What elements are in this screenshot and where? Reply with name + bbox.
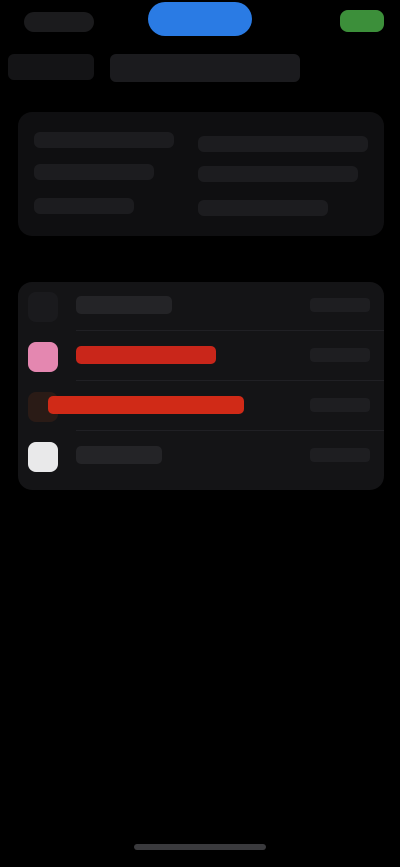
battery-icon (340, 10, 384, 32)
list-item-title (76, 446, 162, 464)
screen (0, 0, 400, 867)
list-item-title (76, 296, 172, 314)
navigation-bar (0, 48, 400, 88)
list-item[interactable] (18, 432, 384, 480)
info-line-1-right (198, 136, 368, 152)
dynamic-island[interactable] (148, 2, 252, 36)
list-item-title (76, 346, 216, 364)
status-bar (0, 0, 400, 44)
info-line-3-left (34, 198, 134, 214)
info-card (18, 112, 384, 236)
divider (76, 330, 384, 331)
info-line-1-left (34, 132, 174, 148)
info-line-3-right (198, 200, 328, 216)
list-item[interactable] (18, 382, 384, 430)
time-pill (24, 12, 94, 32)
divider (76, 380, 384, 381)
list-item-value (310, 398, 370, 412)
list-item-value (310, 348, 370, 362)
list-item-value (310, 298, 370, 312)
page-title (110, 54, 300, 82)
info-line-2-left (34, 164, 154, 180)
white-app-icon (28, 442, 58, 472)
list-item[interactable] (18, 332, 384, 380)
list-item-title (48, 396, 244, 414)
info-line-2-right (198, 166, 358, 182)
home-indicator[interactable] (134, 844, 266, 850)
list-card (18, 282, 384, 490)
app-icon (28, 292, 58, 322)
back-button[interactable] (8, 54, 94, 80)
pink-app-icon (28, 342, 58, 372)
divider (76, 430, 384, 431)
list-item[interactable] (18, 282, 384, 330)
list-item-value (310, 448, 370, 462)
